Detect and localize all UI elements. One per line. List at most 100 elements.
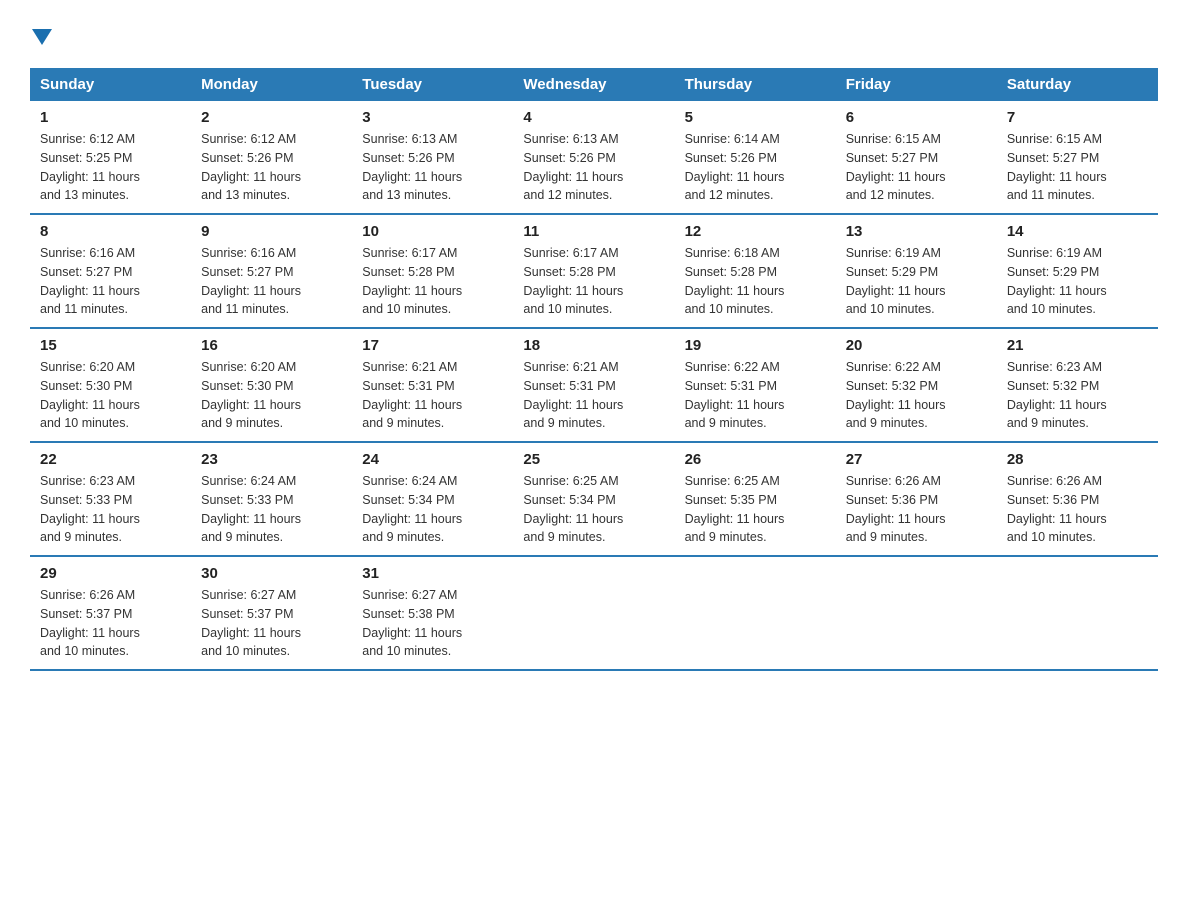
day-number: 23 — [201, 451, 342, 468]
day-number: 18 — [523, 337, 664, 354]
day-number: 13 — [846, 223, 987, 240]
week-row-2: 8 Sunrise: 6:16 AMSunset: 5:27 PMDayligh… — [30, 214, 1158, 328]
day-info: Sunrise: 6:16 AMSunset: 5:27 PMDaylight:… — [201, 246, 301, 316]
page-header — [30, 20, 1158, 48]
calendar-body: 1 Sunrise: 6:12 AMSunset: 5:25 PMDayligh… — [30, 101, 1158, 670]
calendar-cell: 12 Sunrise: 6:18 AMSunset: 5:28 PMDaylig… — [675, 214, 836, 328]
header-wednesday: Wednesday — [513, 68, 674, 101]
day-info: Sunrise: 6:25 AMSunset: 5:35 PMDaylight:… — [685, 474, 785, 544]
calendar-cell: 10 Sunrise: 6:17 AMSunset: 5:28 PMDaylig… — [352, 214, 513, 328]
header-saturday: Saturday — [997, 68, 1158, 101]
calendar-cell: 31 Sunrise: 6:27 AMSunset: 5:38 PMDaylig… — [352, 556, 513, 670]
day-number: 14 — [1007, 223, 1148, 240]
day-info: Sunrise: 6:17 AMSunset: 5:28 PMDaylight:… — [523, 246, 623, 316]
calendar-cell: 20 Sunrise: 6:22 AMSunset: 5:32 PMDaylig… — [836, 328, 997, 442]
calendar-cell: 16 Sunrise: 6:20 AMSunset: 5:30 PMDaylig… — [191, 328, 352, 442]
calendar-cell: 13 Sunrise: 6:19 AMSunset: 5:29 PMDaylig… — [836, 214, 997, 328]
calendar-cell: 17 Sunrise: 6:21 AMSunset: 5:31 PMDaylig… — [352, 328, 513, 442]
day-info: Sunrise: 6:24 AMSunset: 5:34 PMDaylight:… — [362, 474, 462, 544]
header-monday: Monday — [191, 68, 352, 101]
calendar-cell: 22 Sunrise: 6:23 AMSunset: 5:33 PMDaylig… — [30, 442, 191, 556]
calendar-cell: 6 Sunrise: 6:15 AMSunset: 5:27 PMDayligh… — [836, 101, 997, 214]
day-number: 4 — [523, 109, 664, 126]
calendar-cell: 15 Sunrise: 6:20 AMSunset: 5:30 PMDaylig… — [30, 328, 191, 442]
calendar-cell: 9 Sunrise: 6:16 AMSunset: 5:27 PMDayligh… — [191, 214, 352, 328]
day-number: 28 — [1007, 451, 1148, 468]
day-number: 15 — [40, 337, 181, 354]
header-tuesday: Tuesday — [352, 68, 513, 101]
calendar-cell: 5 Sunrise: 6:14 AMSunset: 5:26 PMDayligh… — [675, 101, 836, 214]
calendar-cell: 1 Sunrise: 6:12 AMSunset: 5:25 PMDayligh… — [30, 101, 191, 214]
header-friday: Friday — [836, 68, 997, 101]
day-info: Sunrise: 6:21 AMSunset: 5:31 PMDaylight:… — [523, 360, 623, 430]
day-number: 30 — [201, 565, 342, 582]
calendar-cell: 7 Sunrise: 6:15 AMSunset: 5:27 PMDayligh… — [997, 101, 1158, 214]
week-row-1: 1 Sunrise: 6:12 AMSunset: 5:25 PMDayligh… — [30, 101, 1158, 214]
day-number: 11 — [523, 223, 664, 240]
calendar-cell: 24 Sunrise: 6:24 AMSunset: 5:34 PMDaylig… — [352, 442, 513, 556]
calendar-cell: 30 Sunrise: 6:27 AMSunset: 5:37 PMDaylig… — [191, 556, 352, 670]
calendar-cell: 19 Sunrise: 6:22 AMSunset: 5:31 PMDaylig… — [675, 328, 836, 442]
calendar-cell: 29 Sunrise: 6:26 AMSunset: 5:37 PMDaylig… — [30, 556, 191, 670]
header-thursday: Thursday — [675, 68, 836, 101]
calendar-cell: 23 Sunrise: 6:24 AMSunset: 5:33 PMDaylig… — [191, 442, 352, 556]
logo — [30, 20, 52, 48]
day-info: Sunrise: 6:14 AMSunset: 5:26 PMDaylight:… — [685, 132, 785, 202]
day-info: Sunrise: 6:12 AMSunset: 5:26 PMDaylight:… — [201, 132, 301, 202]
calendar-cell: 26 Sunrise: 6:25 AMSunset: 5:35 PMDaylig… — [675, 442, 836, 556]
calendar-cell — [675, 556, 836, 670]
calendar-cell: 18 Sunrise: 6:21 AMSunset: 5:31 PMDaylig… — [513, 328, 674, 442]
logo-triangle-icon — [32, 29, 52, 45]
day-number: 3 — [362, 109, 503, 126]
day-info: Sunrise: 6:27 AMSunset: 5:37 PMDaylight:… — [201, 588, 301, 658]
day-number: 22 — [40, 451, 181, 468]
calendar-cell: 25 Sunrise: 6:25 AMSunset: 5:34 PMDaylig… — [513, 442, 674, 556]
logo-top — [30, 20, 52, 48]
day-number: 24 — [362, 451, 503, 468]
day-info: Sunrise: 6:13 AMSunset: 5:26 PMDaylight:… — [362, 132, 462, 202]
day-info: Sunrise: 6:13 AMSunset: 5:26 PMDaylight:… — [523, 132, 623, 202]
day-info: Sunrise: 6:23 AMSunset: 5:33 PMDaylight:… — [40, 474, 140, 544]
header-row: SundayMondayTuesdayWednesdayThursdayFrid… — [30, 68, 1158, 101]
calendar-cell: 21 Sunrise: 6:23 AMSunset: 5:32 PMDaylig… — [997, 328, 1158, 442]
day-info: Sunrise: 6:26 AMSunset: 5:36 PMDaylight:… — [846, 474, 946, 544]
calendar-header: SundayMondayTuesdayWednesdayThursdayFrid… — [30, 68, 1158, 101]
calendar-cell: 2 Sunrise: 6:12 AMSunset: 5:26 PMDayligh… — [191, 101, 352, 214]
calendar-cell — [513, 556, 674, 670]
day-number: 17 — [362, 337, 503, 354]
day-number: 25 — [523, 451, 664, 468]
day-number: 1 — [40, 109, 181, 126]
week-row-4: 22 Sunrise: 6:23 AMSunset: 5:33 PMDaylig… — [30, 442, 1158, 556]
day-number: 9 — [201, 223, 342, 240]
day-info: Sunrise: 6:16 AMSunset: 5:27 PMDaylight:… — [40, 246, 140, 316]
calendar-cell — [997, 556, 1158, 670]
calendar-cell: 27 Sunrise: 6:26 AMSunset: 5:36 PMDaylig… — [836, 442, 997, 556]
day-number: 8 — [40, 223, 181, 240]
day-info: Sunrise: 6:22 AMSunset: 5:32 PMDaylight:… — [846, 360, 946, 430]
day-number: 6 — [846, 109, 987, 126]
day-info: Sunrise: 6:22 AMSunset: 5:31 PMDaylight:… — [685, 360, 785, 430]
day-info: Sunrise: 6:24 AMSunset: 5:33 PMDaylight:… — [201, 474, 301, 544]
day-number: 16 — [201, 337, 342, 354]
day-info: Sunrise: 6:20 AMSunset: 5:30 PMDaylight:… — [40, 360, 140, 430]
day-info: Sunrise: 6:17 AMSunset: 5:28 PMDaylight:… — [362, 246, 462, 316]
calendar-cell: 14 Sunrise: 6:19 AMSunset: 5:29 PMDaylig… — [997, 214, 1158, 328]
day-info: Sunrise: 6:21 AMSunset: 5:31 PMDaylight:… — [362, 360, 462, 430]
day-info: Sunrise: 6:20 AMSunset: 5:30 PMDaylight:… — [201, 360, 301, 430]
day-number: 5 — [685, 109, 826, 126]
calendar-cell: 8 Sunrise: 6:16 AMSunset: 5:27 PMDayligh… — [30, 214, 191, 328]
day-info: Sunrise: 6:12 AMSunset: 5:25 PMDaylight:… — [40, 132, 140, 202]
day-number: 26 — [685, 451, 826, 468]
day-number: 20 — [846, 337, 987, 354]
day-info: Sunrise: 6:15 AMSunset: 5:27 PMDaylight:… — [1007, 132, 1107, 202]
week-row-5: 29 Sunrise: 6:26 AMSunset: 5:37 PMDaylig… — [30, 556, 1158, 670]
day-number: 7 — [1007, 109, 1148, 126]
day-info: Sunrise: 6:25 AMSunset: 5:34 PMDaylight:… — [523, 474, 623, 544]
day-info: Sunrise: 6:18 AMSunset: 5:28 PMDaylight:… — [685, 246, 785, 316]
day-info: Sunrise: 6:19 AMSunset: 5:29 PMDaylight:… — [1007, 246, 1107, 316]
day-number: 2 — [201, 109, 342, 126]
day-number: 29 — [40, 565, 181, 582]
day-info: Sunrise: 6:15 AMSunset: 5:27 PMDaylight:… — [846, 132, 946, 202]
day-number: 12 — [685, 223, 826, 240]
day-number: 21 — [1007, 337, 1148, 354]
